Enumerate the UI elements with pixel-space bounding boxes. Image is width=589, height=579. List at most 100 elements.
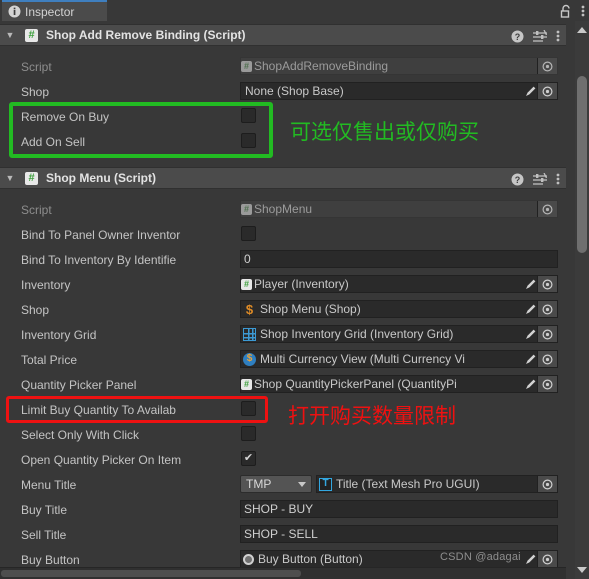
text-field-value: SHOP - SELL [244, 527, 318, 541]
object-picker-button[interactable] [537, 551, 557, 567]
object-field-value: Shop QuantityPickerPanel (QuantityPi [254, 377, 457, 391]
checkbox-remove-on-buy[interactable] [241, 108, 256, 123]
text-field-value: 0 [244, 252, 251, 266]
grid-icon [243, 327, 256, 341]
svg-text:?: ? [515, 32, 521, 42]
object-picker-button[interactable] [537, 376, 557, 392]
property-row-bind-to-inventory-by-identifier: Bind To Inventory By Identifie 0 [0, 247, 566, 272]
component-body-shop-add-remove-binding: Script # ShopAddRemoveBinding Shop None … [0, 47, 566, 165]
triangle-down-icon[interactable] [577, 567, 587, 573]
object-field-total-price[interactable]: $ Multi Currency View (Multi Currency Vi [240, 350, 558, 368]
object-field-shop[interactable]: None (Shop Base) [240, 82, 558, 100]
kebab-menu-icon[interactable] [556, 29, 560, 43]
horizontal-scrollbar[interactable] [0, 567, 566, 579]
foldout-triangle-icon[interactable]: ▼ [0, 30, 20, 40]
cs-script-icon: # [241, 278, 252, 290]
property-label: Limit Buy Quantity To Availab [21, 402, 176, 417]
vertical-scrollbar[interactable] [575, 21, 589, 579]
property-label: Add On Sell [21, 134, 86, 149]
tab-inspector[interactable]: Inspector [2, 0, 107, 21]
property-row-add-on-sell: Add On Sell [0, 129, 566, 154]
property-row-script: Script # ShopAddRemoveBinding [0, 54, 566, 79]
object-picker-button[interactable] [537, 276, 557, 292]
property-label: Bind To Inventory By Identifie [21, 252, 177, 267]
edit-pencil-icon[interactable] [523, 377, 537, 391]
object-field-script[interactable]: # ShopMenu [240, 200, 558, 218]
edit-pencil-icon[interactable] [523, 352, 537, 366]
tab-bar-actions [560, 0, 585, 21]
watermark: CSDN @adagai [440, 551, 521, 563]
object-field-value: ShopMenu [254, 202, 313, 216]
vertical-scrollbar-thumb[interactable] [577, 76, 587, 253]
checkbox-bind-to-panel-owner-inventory[interactable] [241, 226, 256, 241]
kebab-menu-icon[interactable] [581, 4, 585, 18]
text-field-buy-title[interactable]: SHOP - BUY [240, 500, 558, 518]
property-row-script: Script # ShopMenu [0, 197, 566, 222]
component-header-actions: ? [511, 25, 560, 47]
edit-pencil-icon[interactable] [523, 84, 537, 98]
property-label: Buy Title [21, 502, 68, 517]
annotation-red-note: 打开购买数量限制 [288, 404, 456, 428]
object-picker-button[interactable] [537, 351, 557, 367]
dropdown-menu-title-type[interactable]: TMP [240, 475, 312, 493]
checkbox-limit-buy-quantity-to-available[interactable] [241, 401, 256, 416]
property-row-select-only-with-click: Select Only With Click [0, 422, 566, 447]
help-icon[interactable]: ? [511, 30, 524, 43]
dollar-icon: $ [245, 301, 254, 317]
object-field-inventory-grid[interactable]: Shop Inventory Grid (Inventory Grid) [240, 325, 558, 343]
object-picker-button[interactable] [537, 83, 557, 99]
object-picker-button[interactable] [537, 301, 557, 317]
property-row-sell-title: Sell Title SHOP - SELL [0, 522, 566, 547]
cs-script-icon: # [25, 29, 38, 42]
checkbox-open-quantity-picker-on-item[interactable]: ✔ [241, 451, 256, 466]
edit-pencil-icon[interactable] [523, 302, 537, 316]
text-field-sell-title[interactable]: SHOP - SELL [240, 525, 558, 543]
kebab-menu-icon[interactable] [556, 172, 560, 186]
checkbox-select-only-with-click[interactable] [241, 426, 256, 441]
cs-script-icon: # [25, 172, 38, 185]
svg-text:?: ? [515, 175, 521, 185]
tab-bar: Inspector [0, 0, 589, 21]
foldout-triangle-icon[interactable]: ▼ [0, 173, 20, 183]
object-picker-button[interactable] [537, 476, 557, 492]
property-row-open-quantity-picker-on-item: Open Quantity Picker On Item ✔ [0, 447, 566, 472]
property-label: Bind To Panel Owner Inventor [21, 227, 181, 242]
object-field-quantity-picker-panel[interactable]: # Shop QuantityPickerPanel (QuantityPi [240, 375, 558, 393]
help-icon[interactable]: ? [511, 173, 524, 186]
object-picker-button[interactable] [537, 201, 557, 217]
object-field-shop[interactable]: $ Shop Menu (Shop) [240, 300, 558, 318]
object-field-inventory[interactable]: # Player (Inventory) [240, 275, 558, 293]
component-header-shop-add-remove-binding[interactable]: ▼ # Shop Add Remove Binding (Script) ? [0, 24, 566, 46]
chevron-down-icon [298, 482, 306, 487]
edit-pencil-icon[interactable] [523, 327, 537, 341]
object-picker-button[interactable] [537, 326, 557, 342]
object-field-script[interactable]: # ShopAddRemoveBinding [240, 57, 558, 75]
unity-inspector-window: Inspector ▼ # Shop Add Remove Binding (S… [0, 0, 589, 579]
component-title: Shop Menu (Script) [46, 171, 156, 185]
component-body-shop-menu: Script # ShopMenu Bind To Panel Owner In… [0, 190, 566, 568]
edit-pencil-icon[interactable] [523, 277, 537, 291]
unlocked-padlock-icon[interactable] [560, 4, 572, 18]
property-label: Buy Button [21, 552, 80, 567]
tab-inspector-label: Inspector [25, 4, 75, 19]
object-field-menu-title[interactable]: T Title (Text Mesh Pro UGUI) [316, 475, 558, 493]
text-field-bind-to-inventory-by-identifier[interactable]: 0 [240, 250, 558, 268]
object-picker-button[interactable] [537, 58, 557, 74]
triangle-up-icon[interactable] [577, 27, 587, 33]
annotation-green-note: 可选仅售出或仅购买 [290, 120, 479, 144]
property-row-menu-title: Menu Title TMP T Title (Text Mesh Pro UG… [0, 472, 566, 497]
radio-button-icon [243, 553, 254, 565]
preset-selector-icon[interactable] [533, 29, 547, 43]
component-title: Shop Add Remove Binding (Script) [46, 28, 246, 42]
property-row-inventory: Inventory # Player (Inventory) [0, 272, 566, 297]
preset-selector-icon[interactable] [533, 172, 547, 186]
checkbox-add-on-sell[interactable] [241, 133, 256, 148]
property-label: Remove On Buy [21, 109, 110, 124]
coin-icon: $ [243, 352, 256, 366]
property-label: Quantity Picker Panel [21, 377, 137, 392]
edit-pencil-icon[interactable] [523, 552, 537, 566]
object-field-value: Shop Inventory Grid (Inventory Grid) [260, 327, 454, 341]
horizontal-scrollbar-thumb[interactable] [1, 570, 301, 577]
component-header-shop-menu[interactable]: ▼ # Shop Menu (Script) ? [0, 167, 566, 189]
property-row-limit-buy-quantity-to-available: Limit Buy Quantity To Availab [0, 397, 566, 422]
